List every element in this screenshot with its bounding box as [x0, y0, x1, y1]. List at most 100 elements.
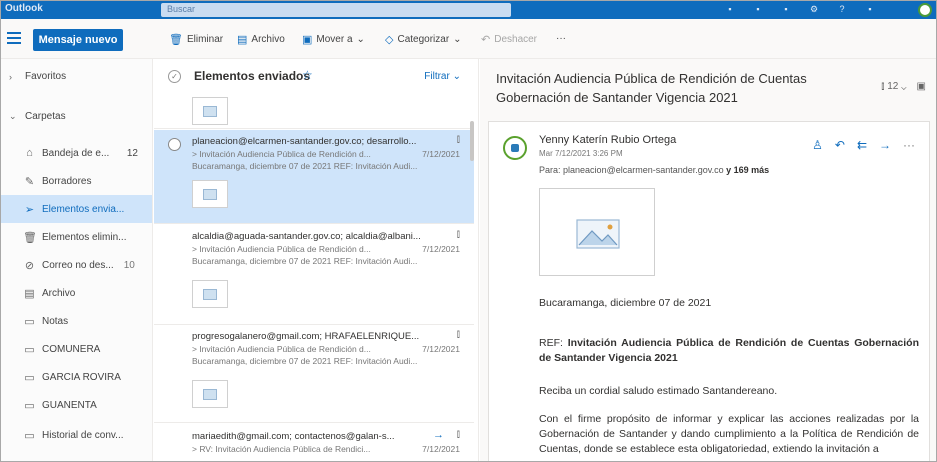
move-to-button[interactable]: ▣ Mover a ⌄ — [302, 33, 365, 46]
subject-preview: > Invitación Audiencia Pública de Rendic… — [192, 244, 371, 254]
folder-inbox[interactable]: ⌂ Bandeja de e... 12 — [1, 139, 152, 167]
folder-drafts[interactable]: ✎ Borradores — [1, 167, 152, 195]
message-date: 7/12/2021 — [422, 149, 460, 159]
pencil-icon: ✎ — [24, 175, 35, 188]
more-recipients[interactable]: y 169 más — [726, 165, 769, 175]
folder-label: GARCIA ROVIRA — [42, 371, 121, 383]
subject-preview: > RV: Invitación Audiencia Pública de Re… — [192, 444, 371, 454]
folder-sent-items[interactable]: ➢ Elementos envia... — [1, 195, 152, 223]
folder-garcia-rovira[interactable]: ▭ GARCIA ROVIRA — [1, 363, 152, 391]
help-icon[interactable]: ? — [837, 4, 847, 14]
folder-comunera[interactable]: ▭ COMUNERA — [1, 335, 152, 363]
unread-count: 12 — [126, 147, 138, 159]
gear-icon[interactable]: ⚙ — [809, 4, 819, 14]
attachment-icon: ⫾ — [456, 329, 460, 340]
image-attachment-thumbnail[interactable] — [192, 97, 228, 125]
categorize-label: Categorizar — [397, 34, 450, 45]
calendar-icon[interactable]: ▪ — [753, 4, 763, 14]
undo-label: Deshacer — [494, 34, 538, 45]
folder-label: Bandeja de e... — [42, 147, 110, 159]
move-to-label: Mover a — [316, 34, 353, 45]
archive-label: Archivo — [251, 34, 285, 45]
list-item[interactable]: alcaldia@aguada-santander.gov.co; alcald… — [154, 225, 474, 325]
reply-icon[interactable]: ↶ — [835, 138, 845, 152]
ref-paragraph: REF: Invitación Audiencia Pública de Ren… — [539, 336, 919, 366]
folder-label: Elementos elimin... — [42, 231, 127, 243]
image-attachment-thumbnail[interactable] — [192, 280, 228, 308]
folder-notes[interactable]: ▭ Notas — [1, 307, 152, 335]
folder-icon: ▭ — [24, 343, 35, 356]
favorites-section[interactable]: › Favoritos — [9, 71, 66, 82]
message-subject: Invitación Audiencia Pública de Rendició… — [496, 71, 807, 105]
forward-icon[interactable]: → — [879, 138, 891, 152]
feedback-icon[interactable]: ▪ — [865, 4, 875, 14]
list-header: ✓ Elementos enviados ☆ Filtrar ⌄ — [154, 59, 478, 95]
archive-button[interactable]: ▤ Archivo — [237, 33, 285, 46]
like-icon[interactable]: ♙ — [812, 138, 823, 152]
image-attachment-thumbnail[interactable] — [192, 180, 228, 208]
message-actions: ♙ ↶ ⇇ → ··· — [812, 138, 915, 152]
recipients: planeacion@elcarmen-santander.gov.co; de… — [192, 136, 417, 147]
search-box[interactable]: Buscar — [161, 3, 511, 17]
zoom-value: 12 — [887, 81, 899, 92]
message-date: 7/12/2021 — [422, 344, 460, 354]
search-placeholder: Buscar — [167, 4, 196, 14]
folder-deleted-items[interactable]: 🗑 Elementos elimin... — [1, 223, 152, 251]
to-label: Para: — [539, 165, 561, 175]
reply-all-icon[interactable]: ⇇ — [857, 138, 867, 152]
more-actions-icon[interactable]: ··· — [903, 138, 915, 152]
more-commands-button[interactable]: ··· — [556, 33, 566, 44]
block-icon: ⊘ — [24, 259, 35, 272]
folder-icon: ▭ — [24, 429, 35, 442]
bell-icon[interactable]: ▪ — [781, 4, 791, 14]
list-item[interactable]: mariaedith@gmail.com; contactenos@galan-… — [154, 425, 474, 461]
recipients: mariaedith@gmail.com; contactenos@galan-… — [192, 431, 395, 442]
image-attachment-thumbnail[interactable] — [192, 380, 228, 408]
undo-button[interactable]: ↶ Deshacer — [481, 33, 537, 46]
to-address[interactable]: planeacion@elcarmen-santander.gov.co — [563, 165, 724, 175]
body-preview: Bucaramanga, diciembre 07 de 2021 REF: I… — [192, 256, 418, 266]
image-icon — [576, 219, 620, 249]
favorites-label: Favoritos — [25, 71, 67, 82]
attachment-icon: ⫾ — [456, 134, 460, 145]
chevron-down-icon: ⌄ — [9, 111, 17, 121]
categorize-button[interactable]: ◇ Categorizar ⌄ — [385, 33, 462, 46]
trash-icon: 🗑 — [169, 34, 183, 46]
folder-label: Borradores — [42, 175, 92, 187]
folders-section[interactable]: ⌄ Carpetas — [9, 111, 66, 122]
more-label: ··· — [556, 33, 566, 44]
sender-name[interactable]: Yenny Katerín Rubio Ortega — [539, 134, 676, 146]
message-list: ✓ Elementos enviados ☆ Filtrar ⌄ planeac… — [154, 59, 479, 461]
folder-archive[interactable]: ▤ Archivo — [1, 279, 152, 307]
unread-count: 10 — [123, 259, 135, 271]
body-paragraph: Con el firme propósito de informar y exp… — [539, 413, 919, 455]
immersive-reader-icon[interactable]: ▣ — [917, 81, 926, 92]
zoom-control[interactable]: ⫾ 12 ⌄ — [881, 81, 906, 92]
chevron-down-icon: ⌄ — [453, 34, 462, 45]
note-icon: ▭ — [24, 315, 35, 328]
chat-icon[interactable]: ▪ — [725, 4, 735, 14]
delete-button[interactable]: 🗑 Eliminar — [169, 33, 223, 46]
undo-icon: ↶ — [481, 34, 491, 46]
subject-preview: > Invitación Audiencia Pública de Rendic… — [192, 344, 371, 354]
folder-guanenta[interactable]: ▭ GUANENTA — [1, 391, 152, 419]
select-all-checkbox[interactable]: ✓ — [168, 70, 181, 83]
filter-button[interactable]: Filtrar ⌄ — [424, 71, 461, 82]
send-icon: ➢ — [24, 203, 35, 216]
list-item[interactable]: progresogalanero@gmail.com; HRAFAELENRIQ… — [154, 325, 474, 423]
user-avatar[interactable] — [918, 3, 932, 17]
folder-history[interactable]: ▭ Historial de conv... — [1, 421, 152, 449]
list-item[interactable]: planeacion@elcarmen-santander.gov.co; de… — [154, 130, 474, 224]
ref-text: Invitación Audiencia Pública de Rendició… — [539, 337, 919, 364]
move-icon: ▣ — [302, 34, 313, 46]
favorite-star-icon[interactable]: ☆ — [302, 68, 313, 82]
list-item[interactable] — [154, 95, 474, 129]
folder-title: Elementos enviados — [194, 69, 311, 83]
folder-junk[interactable]: ⊘ Correo no des... 10 — [1, 251, 152, 279]
new-mail-button[interactable]: Mensaje nuevo — [33, 29, 123, 51]
menu-icon[interactable] — [7, 32, 21, 44]
list-scrollbar[interactable] — [470, 121, 474, 161]
archive-icon: ▤ — [24, 287, 35, 300]
select-radio[interactable] — [168, 138, 181, 151]
folder-label: Correo no des... — [42, 259, 114, 271]
